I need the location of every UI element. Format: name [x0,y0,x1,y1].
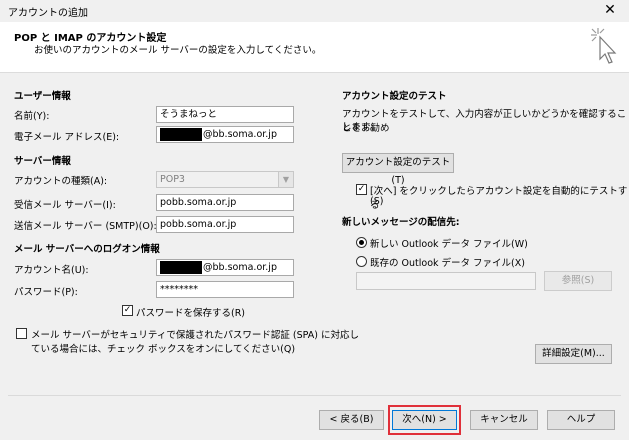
existing-data-file-radio[interactable] [356,256,367,267]
test-description-line1: アカウントをテストして、入力内容が正しいかどうかを確認することをお勧め [342,109,627,134]
outgoing-server-value: pobb.soma.or.jp [160,219,237,230]
spa-label-line2: ている場合には、チェック ボックスをオンにしてください(Q) [31,344,296,355]
redaction-block [160,128,202,141]
footer-divider [8,395,621,396]
save-password-checkbox[interactable]: ✓ [122,305,133,316]
spa-checkbox[interactable] [16,328,27,339]
account-name-label: アカウント名(U): [14,265,89,276]
email-label: 電子メール アドレス(E): [14,132,120,143]
logon-info-heading: メール サーバーへのログオン情報 [14,244,160,255]
highlight-box [388,405,461,435]
close-button[interactable]: ✕ [601,1,619,19]
account-type-value: POP3 [160,174,185,185]
outgoing-server-field[interactable]: pobb.soma.or.jp [156,216,294,233]
close-icon: ✕ [604,2,616,18]
spa-label-line1: メール サーバーがセキュリティで保護されたパスワード認証 (SPA) に対応し [31,330,359,341]
password-field[interactable]: ******** [156,281,294,298]
delivery-heading: 新しいメッセージの配信先: [342,217,460,228]
incoming-server-value: pobb.soma.or.jp [160,197,237,208]
new-data-file-label: 新しい Outlook データ ファイル(W) [370,239,528,250]
page-subtitle: お使いのアカウントのメール サーバーの設定を入力してください。 [34,45,322,56]
checkmark-icon: ✓ [123,305,132,315]
existing-data-file-label: 既存の Outlook データ ファイル(X) [370,258,525,269]
account-name-field[interactable]: @bb.soma.or.jp [156,259,294,276]
chevron-down-icon: ▼ [278,172,293,187]
wizard-cursor-icon [591,28,617,64]
cancel-button[interactable]: キャンセル [470,410,538,430]
more-settings-button[interactable]: 詳細設定(M)... [535,344,612,364]
redaction-block [160,261,202,274]
account-type-label: アカウントの種類(A): [14,176,108,187]
auto-test-label-line1: [次へ] をクリックしたらアカウント設定を自動的にテストする [370,186,628,211]
password-value: ******** [160,284,198,295]
name-label: 名前(Y): [14,111,50,122]
account-type-select: POP3 ▼ [156,171,294,188]
help-button[interactable]: ヘルプ [547,410,615,430]
test-heading: アカウント設定のテスト [342,91,447,102]
existing-file-path-field [356,272,536,290]
browse-button: 参照(S) [544,271,612,291]
test-account-button[interactable]: アカウント設定のテスト(T) [342,153,454,186]
test-description-line2: します。 [342,122,380,133]
name-value: そうまねっと [160,109,218,120]
checkmark-icon: ✓ [357,184,366,194]
incoming-server-label: 受信メール サーバー(I): [14,200,116,211]
password-label: パスワード(P): [14,287,78,298]
save-password-label: パスワードを保存する(R) [136,308,246,319]
name-field[interactable]: そうまねっと [156,106,294,123]
server-info-heading: サーバー情報 [14,156,71,167]
auto-test-label-line2: (S) [370,196,384,207]
incoming-server-field[interactable]: pobb.soma.or.jp [156,194,294,211]
user-info-heading: ユーザー情報 [14,91,71,102]
back-button[interactable]: < 戻る(B) [319,410,384,430]
window-title: アカウントの追加 [8,8,88,19]
new-data-file-radio[interactable] [356,237,367,248]
outgoing-server-label: 送信メール サーバー (SMTP)(O): [14,221,157,232]
email-domain: @bb.soma.or.jp [203,129,277,140]
auto-test-checkbox[interactable]: ✓ [356,184,367,195]
email-field[interactable]: @bb.soma.or.jp [156,126,294,143]
account-domain: @bb.soma.or.jp [203,262,277,273]
